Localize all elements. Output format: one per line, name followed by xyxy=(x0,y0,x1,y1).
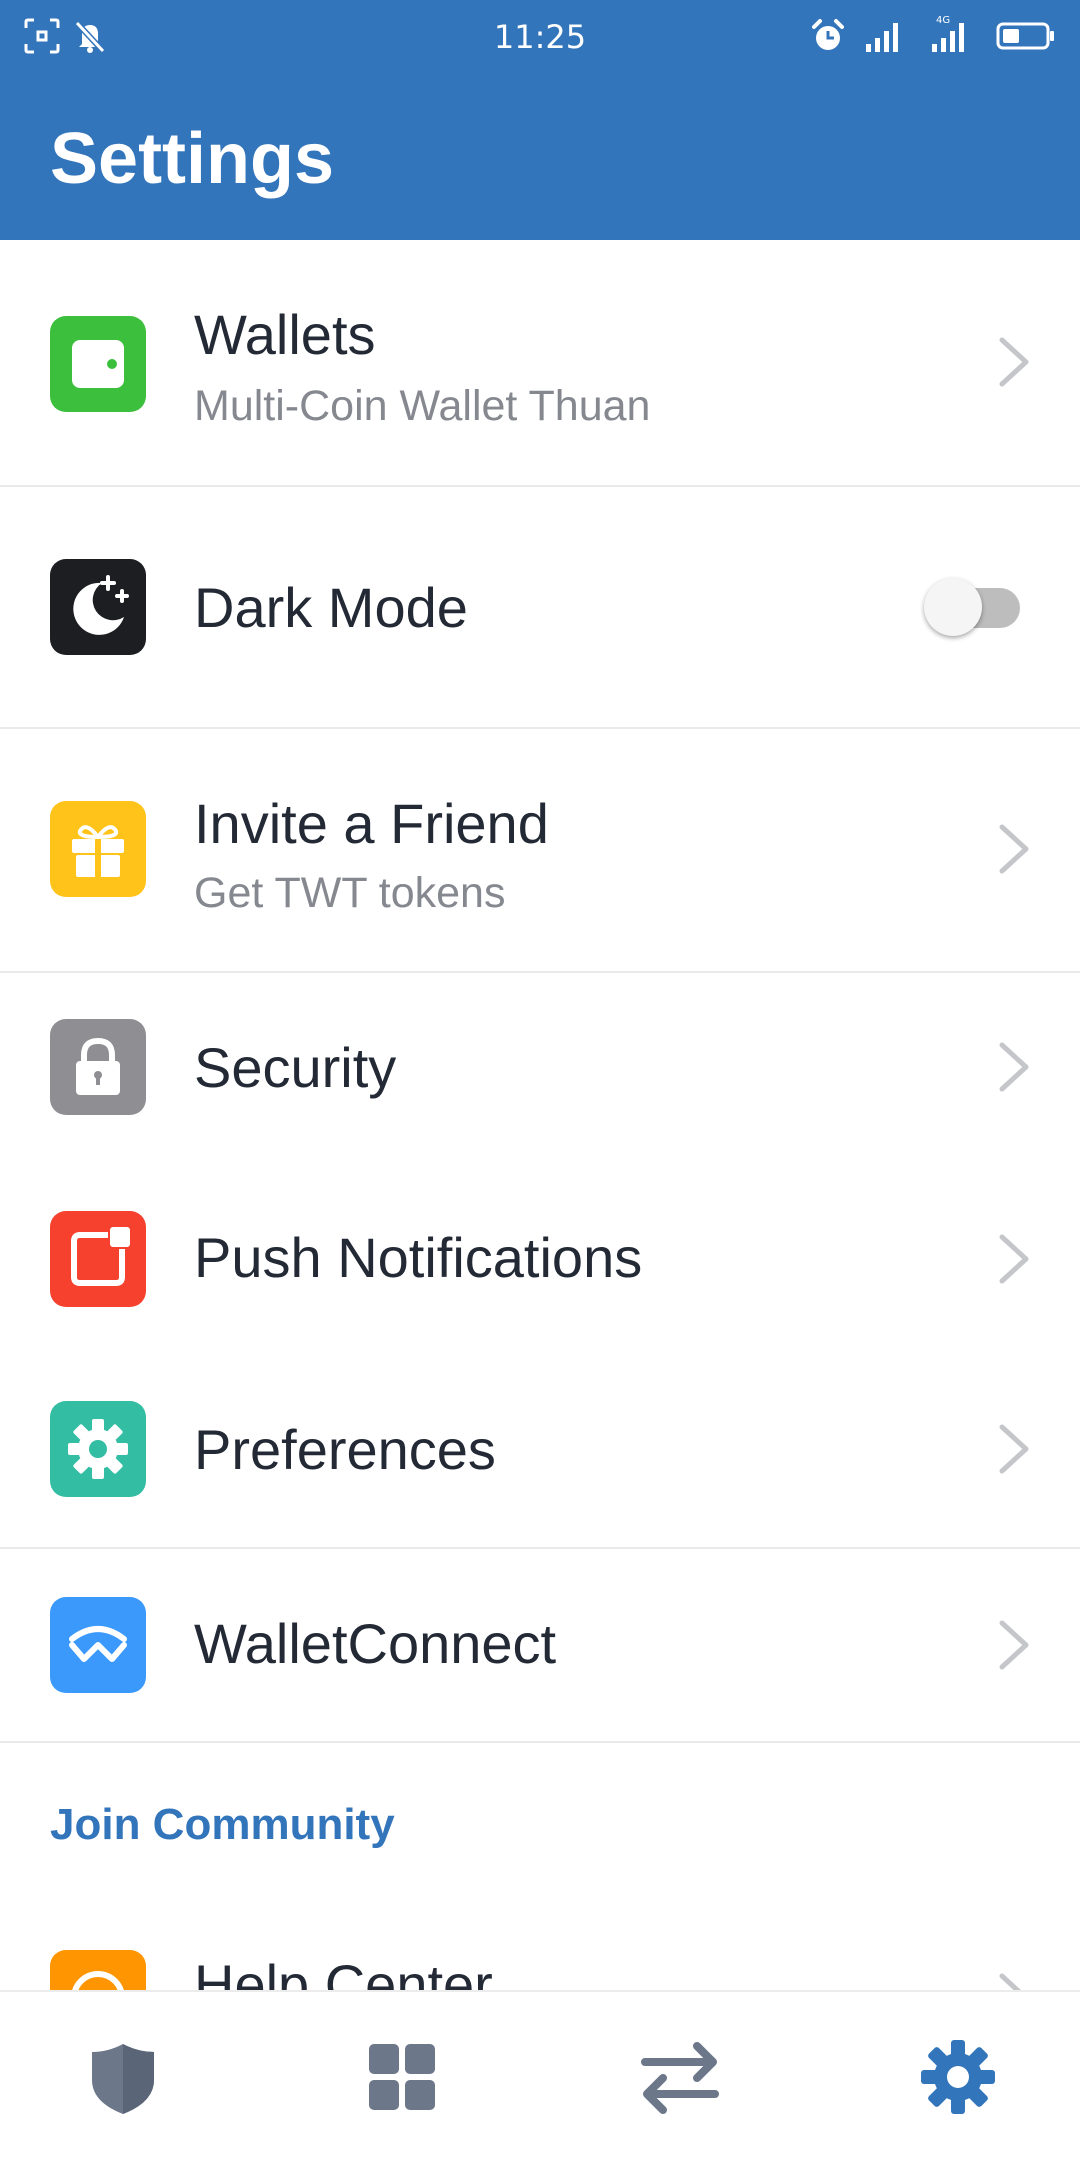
signal-4g-icon: 4G xyxy=(930,14,974,59)
chevron-right-icon xyxy=(999,1234,1029,1284)
notification-icon xyxy=(50,1211,146,1307)
settings-item-wallets[interactable]: Wallets Multi-Coin Wallet Thuan xyxy=(0,240,1080,485)
toggle-thumb xyxy=(924,578,982,636)
settings-item-security[interactable]: Security xyxy=(0,973,1080,1163)
dark-mode-toggle[interactable] xyxy=(924,574,1022,636)
dapps-tab[interactable] xyxy=(347,2022,457,2132)
item-label: Preferences xyxy=(194,1418,496,1481)
chevron-right-icon xyxy=(999,337,1029,387)
dex-tab[interactable] xyxy=(625,2022,735,2132)
section-title-join-community: Join Community xyxy=(50,1800,395,1849)
status-bar: 11:25 4G xyxy=(0,0,1080,76)
svg-text:4G: 4G xyxy=(936,15,950,26)
gift-icon xyxy=(50,801,146,897)
item-label: Help Center xyxy=(194,1953,493,1990)
alarm-icon xyxy=(810,18,846,59)
item-label: WalletConnect xyxy=(194,1612,557,1675)
chevron-right-icon xyxy=(999,1973,1021,1990)
page-title: Settings xyxy=(50,119,335,199)
signal-icon xyxy=(864,18,906,59)
shield-icon xyxy=(92,2044,154,2114)
gear-icon xyxy=(50,1401,146,1497)
chevron-right-icon xyxy=(999,1620,1029,1670)
settings-tab[interactable] xyxy=(903,2022,1013,2132)
settings-item-push-notifications[interactable]: Push Notifications xyxy=(0,1163,1080,1355)
walletconnect-icon xyxy=(50,1597,146,1693)
chevron-right-icon xyxy=(999,1042,1029,1092)
battery-icon xyxy=(996,18,1056,59)
chevron-right-icon xyxy=(999,1424,1029,1474)
settings-list: Wallets Multi-Coin Wallet Thuan Dark Mod… xyxy=(0,240,1080,1990)
lock-icon xyxy=(50,1019,146,1115)
item-sublabel: Get TWT tokens xyxy=(194,869,506,917)
status-time: 11:25 xyxy=(493,18,587,56)
grid-icon xyxy=(369,2044,435,2110)
chevron-right-icon xyxy=(999,824,1029,874)
item-label: Security xyxy=(194,1036,397,1099)
settings-item-help-center[interactable]: Help Center xyxy=(0,1940,1080,1990)
item-label: Dark Mode xyxy=(194,576,468,639)
item-label: Wallets xyxy=(194,303,376,366)
header: 11:25 4G Settings xyxy=(0,0,1080,240)
item-sublabel: Multi-Coin Wallet Thuan xyxy=(194,382,651,430)
bottom-nav xyxy=(0,1990,1080,2160)
item-label: Push Notifications xyxy=(194,1226,643,1289)
settings-item-walletconnect[interactable]: WalletConnect xyxy=(0,1549,1080,1741)
help-icon xyxy=(50,1950,146,1990)
settings-item-preferences[interactable]: Preferences xyxy=(0,1355,1080,1545)
settings-item-invite-friend[interactable]: Invite a Friend Get TWT tokens xyxy=(0,729,1080,971)
gear-icon xyxy=(921,2040,995,2114)
item-label: Invite a Friend xyxy=(194,792,549,855)
wallet-icon xyxy=(50,316,146,412)
settings-screen: 11:25 4G Settings Wallets Multi-Coin Wal… xyxy=(0,0,1080,2160)
settings-item-dark-mode[interactable]: Dark Mode xyxy=(0,487,1080,727)
wallet-tab[interactable] xyxy=(68,2022,178,2132)
moon-icon xyxy=(50,559,146,655)
swap-icon xyxy=(641,2042,719,2114)
divider xyxy=(0,1741,1080,1743)
